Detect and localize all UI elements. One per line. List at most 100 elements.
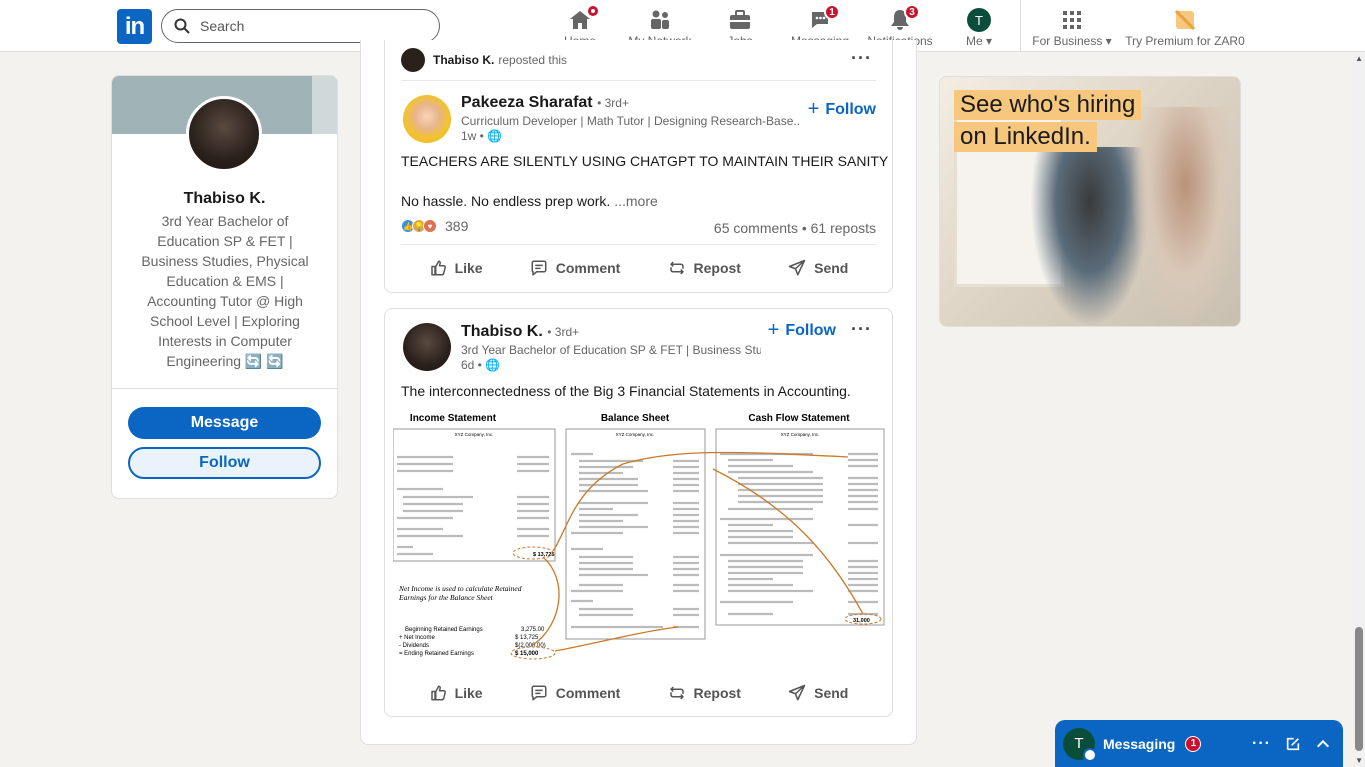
messaging-badge: 1 bbox=[824, 4, 840, 20]
notifications-badge: 3 bbox=[904, 4, 920, 20]
compose-icon[interactable] bbox=[1285, 736, 1301, 752]
love-reaction-icon: ♥ bbox=[423, 219, 437, 233]
me-avatar: T bbox=[967, 8, 991, 32]
search-input[interactable] bbox=[200, 18, 400, 34]
comment-icon bbox=[531, 260, 547, 276]
follow-label: Follow bbox=[785, 321, 836, 339]
me-avatar-wrap: T bbox=[967, 8, 991, 32]
ad-person-image bbox=[1130, 107, 1240, 326]
author-avatar[interactable] bbox=[403, 95, 451, 143]
retained-label-3: = Ending Retained Earnings bbox=[399, 651, 474, 657]
post-actions: Like Comment Repost Send bbox=[385, 244, 892, 292]
send-button[interactable]: Send bbox=[776, 674, 860, 712]
caret-down-icon: ▾ bbox=[985, 34, 993, 48]
repost-avatar[interactable] bbox=[401, 48, 425, 72]
nav-me-label-wrap: Me ▾ bbox=[966, 34, 992, 48]
nav-me-label: Me bbox=[965, 34, 983, 48]
send-icon bbox=[788, 259, 806, 276]
scroll-down-arrow-icon[interactable]: ▼ bbox=[1355, 756, 1363, 765]
search-icon bbox=[174, 18, 190, 34]
globe-icon: 🌐 bbox=[487, 129, 503, 143]
repost-text: reposted this bbox=[498, 53, 568, 67]
author-name[interactable]: Thabiso K. bbox=[461, 323, 543, 340]
ad-banner[interactable]: See who's hiring on LinkedIn. bbox=[939, 76, 1241, 327]
repost-author[interactable]: Thabiso K. bbox=[433, 53, 494, 67]
send-button[interactable]: Send bbox=[776, 249, 860, 287]
repost-label: Repost bbox=[693, 685, 741, 701]
repost-header: Thabiso K. reposted this bbox=[401, 48, 567, 72]
profile-avatar[interactable] bbox=[186, 96, 262, 172]
plus-icon: + bbox=[807, 98, 820, 120]
more-options-icon[interactable]: ··· bbox=[851, 319, 872, 340]
post-text: The interconnectedness of the Big 3 Fina… bbox=[401, 383, 851, 399]
author-headline: Curriculum Developer | Math Tutor | Desi… bbox=[461, 114, 801, 128]
income-statement-panel bbox=[392, 428, 556, 562]
comment-label: Comment bbox=[555, 685, 621, 701]
chevron-up-icon[interactable] bbox=[1315, 736, 1331, 752]
messaging-overlay[interactable]: T Messaging 1 ··· bbox=[1055, 720, 1343, 767]
nav-me[interactable]: T Me ▾ bbox=[961, 4, 997, 48]
title-cash-flow: Cash Flow Statement bbox=[748, 413, 850, 424]
repost-icon bbox=[669, 686, 684, 700]
reactions-count: 389 bbox=[445, 218, 469, 234]
follow-label: Follow bbox=[825, 100, 876, 118]
caret-down-icon: ▾ bbox=[1105, 34, 1112, 48]
comment-button[interactable]: Comment bbox=[518, 674, 633, 712]
follow-link[interactable]: + Follow bbox=[808, 98, 876, 121]
profile-name[interactable]: Thabiso K. bbox=[112, 190, 337, 208]
profile-headline: 3rd Year Bachelor of Education SP & FET … bbox=[141, 213, 309, 369]
nav-premium-label: Try Premium for ZAR0 bbox=[1125, 34, 1245, 48]
title-income-statement: Income Statement bbox=[410, 413, 497, 424]
retained-label-1: + Net Income bbox=[399, 635, 436, 641]
retained-earnings-calc: Beginning Retained Earnings 3,275.00 + N… bbox=[399, 627, 546, 657]
author-avatar[interactable] bbox=[403, 323, 451, 371]
company-name-income: XYZ Company, Inc. bbox=[455, 432, 494, 437]
send-label: Send bbox=[814, 685, 849, 701]
post-time: 6d • bbox=[461, 358, 482, 372]
cash-flow-panel bbox=[715, 428, 885, 626]
scrollbar-thumb[interactable] bbox=[1355, 627, 1363, 751]
nav-divider bbox=[1020, 0, 1021, 52]
author-name-wrap[interactable]: Pakeeza Sharafat • 3rd+ bbox=[461, 94, 629, 112]
messaging-avatar: T bbox=[1063, 727, 1097, 762]
title-balance-sheet: Balance Sheet bbox=[601, 413, 670, 424]
feed-post: Thabiso K. • 3rd+ 3rd Year Bachelor of E… bbox=[384, 308, 893, 717]
more-options-icon[interactable]: ··· bbox=[1252, 735, 1271, 753]
more-options-icon[interactable]: ··· bbox=[851, 48, 872, 69]
reactions-summary[interactable]: 👍 💡 ♥ 389 bbox=[401, 218, 468, 234]
see-more-link[interactable]: ...more bbox=[614, 193, 658, 209]
repost-button[interactable]: Repost bbox=[656, 249, 753, 287]
feed-post-repost: Thabiso K. reposted this ··· Pakeeza Sha… bbox=[384, 40, 893, 293]
globe-icon: 🌐 bbox=[485, 358, 501, 372]
search-box[interactable] bbox=[161, 9, 440, 43]
post-text-line1: TEACHERS ARE SILENTLY USING CHATGPT TO M… bbox=[401, 153, 889, 169]
plus-icon: + bbox=[767, 319, 780, 341]
follow-button[interactable]: Follow bbox=[128, 447, 321, 479]
post-time-wrap: 6d • 🌐 bbox=[461, 358, 500, 372]
grid-apps-icon bbox=[1060, 8, 1084, 32]
comment-label: Comment bbox=[555, 260, 621, 276]
like-button[interactable]: Like bbox=[417, 249, 495, 287]
repost-button[interactable]: Repost bbox=[656, 674, 753, 712]
messaging-title: Messaging bbox=[1103, 735, 1176, 752]
ad-headline-line2: on LinkedIn. bbox=[954, 122, 1097, 152]
message-button[interactable]: Message bbox=[128, 407, 321, 439]
financial-statements-diagram: Income Statement Balance Sheet Cash Flow… bbox=[392, 413, 885, 660]
nav-premium[interactable]: Try Premium for ZAR0 bbox=[1124, 4, 1246, 48]
nav-for-business-label: For Business bbox=[1032, 34, 1103, 48]
comment-button[interactable]: Comment bbox=[518, 249, 633, 287]
author-name[interactable]: Pakeeza Sharafat bbox=[461, 94, 593, 111]
retained-value-1: $ 13,725 bbox=[515, 635, 539, 641]
nav-for-business[interactable]: For Business ▾ bbox=[1030, 4, 1114, 48]
linkedin-logo-icon[interactable]: in bbox=[117, 9, 152, 44]
post-stats[interactable]: 65 comments • 61 reposts bbox=[714, 220, 876, 236]
follow-link[interactable]: + Follow bbox=[768, 319, 836, 342]
scroll-up-arrow-icon[interactable]: ▲ bbox=[1355, 54, 1363, 63]
like-button[interactable]: Like bbox=[417, 674, 495, 712]
home-notification-dot bbox=[586, 4, 600, 18]
company-name-cashflow: XYZ Company, Inc. bbox=[781, 432, 820, 437]
ad-headline-line1: See who's hiring bbox=[954, 90, 1142, 120]
author-name-wrap[interactable]: Thabiso K. • 3rd+ bbox=[461, 323, 579, 341]
post-image-financial-statements[interactable]: Income Statement Balance Sheet Cash Flow… bbox=[392, 409, 885, 667]
network-icon bbox=[648, 8, 672, 32]
